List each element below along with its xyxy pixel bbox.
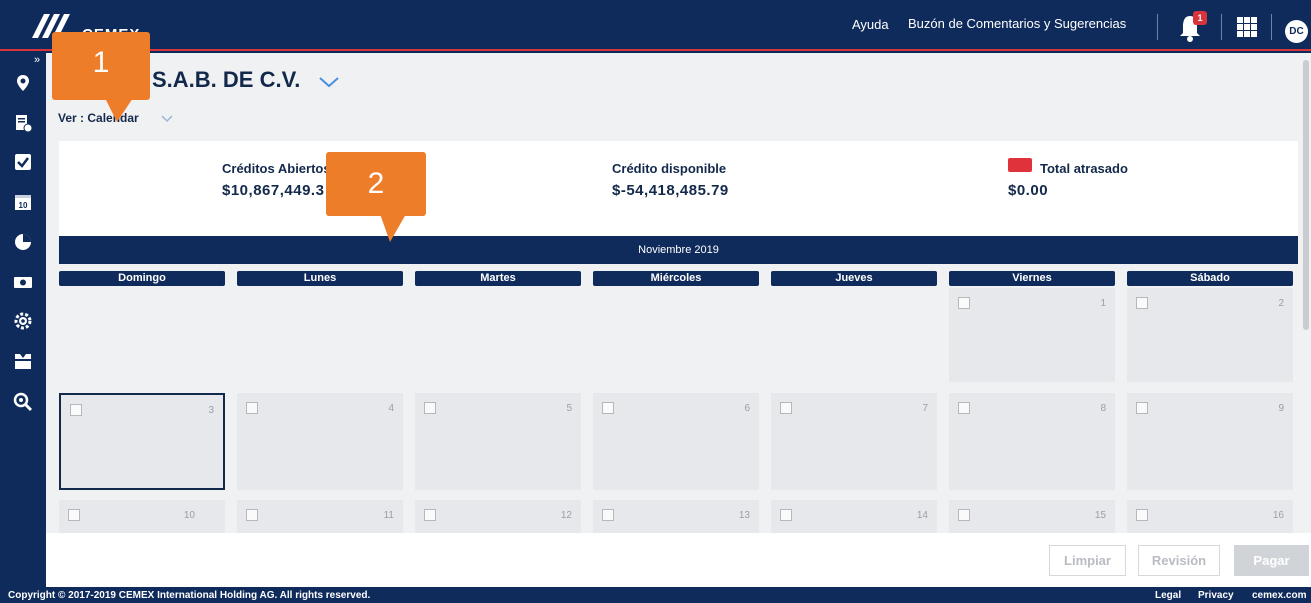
invoice-check-icon[interactable] bbox=[13, 113, 33, 133]
calendar-day-cell[interactable]: 1 bbox=[949, 288, 1115, 382]
calendar-day-cell[interactable]: 5 bbox=[415, 393, 581, 490]
day-number: 14 bbox=[916, 510, 928, 521]
day-number: 2 bbox=[1278, 298, 1284, 309]
day-checkbox[interactable] bbox=[780, 402, 792, 414]
pay-button[interactable]: Pagar bbox=[1234, 545, 1309, 576]
day-number: 5 bbox=[566, 403, 572, 414]
weekday-header: Martes bbox=[415, 271, 581, 286]
svg-text:10: 10 bbox=[19, 201, 28, 210]
gear-icon[interactable] bbox=[13, 311, 33, 331]
weekday-header: Sábado bbox=[1127, 271, 1293, 286]
day-checkbox[interactable] bbox=[70, 404, 82, 416]
day-checkbox[interactable] bbox=[958, 509, 970, 521]
callout-pointer bbox=[380, 214, 406, 242]
box-icon[interactable] bbox=[13, 351, 33, 371]
feedback-link[interactable]: Buzón de Comentarios y Sugerencias bbox=[908, 16, 1126, 31]
day-checkbox[interactable] bbox=[602, 402, 614, 414]
overdue-color-swatch bbox=[1008, 158, 1032, 172]
header-divider bbox=[1157, 14, 1158, 40]
weekday-header: Lunes bbox=[237, 271, 403, 286]
day-checkbox[interactable] bbox=[68, 509, 80, 521]
day-number: 8 bbox=[1100, 403, 1106, 414]
calendar-day-cell[interactable]: 9 bbox=[1127, 393, 1293, 490]
cash-icon[interactable] bbox=[13, 272, 33, 292]
day-number: 1 bbox=[1100, 298, 1106, 309]
weekday-header: Viernes bbox=[949, 271, 1115, 286]
privacy-link[interactable]: Privacy bbox=[1198, 590, 1234, 601]
day-checkbox[interactable] bbox=[1136, 402, 1148, 414]
header-divider bbox=[1221, 14, 1222, 40]
day-checkbox[interactable] bbox=[958, 297, 970, 309]
available-credit-value: $-54,418,485.79 bbox=[612, 182, 729, 199]
calendar-day-cell[interactable]: 6 bbox=[593, 393, 759, 490]
day-number: 15 bbox=[1094, 510, 1106, 521]
day-checkbox[interactable] bbox=[424, 402, 436, 414]
main-content: S.A.B. DE C.V. Ver : Calendar Créditos A… bbox=[46, 53, 1311, 587]
overdue-label: Total atrasado bbox=[1040, 161, 1128, 176]
clear-button[interactable]: Limpiar bbox=[1049, 545, 1126, 576]
weekday-header: Jueves bbox=[771, 271, 937, 286]
calendar-day-cell-selected[interactable]: 3 bbox=[59, 393, 225, 490]
search-icon[interactable] bbox=[13, 392, 33, 412]
day-number: 6 bbox=[744, 403, 750, 414]
sidebar-expand-toggle[interactable]: » bbox=[34, 54, 40, 66]
day-number: 9 bbox=[1278, 403, 1284, 414]
day-checkbox[interactable] bbox=[958, 402, 970, 414]
calendar-icon[interactable]: 10 bbox=[13, 192, 33, 212]
checkbox-icon[interactable] bbox=[13, 152, 33, 172]
calendar-month-header: Noviembre 2019 bbox=[59, 236, 1298, 264]
calendar-day-cell[interactable]: 8 bbox=[949, 393, 1115, 490]
available-credit-label: Crédito disponible bbox=[612, 161, 727, 176]
footer-bar: Copyright © 2017-2019 CEMEX Internationa… bbox=[0, 587, 1311, 603]
copyright-text: Copyright © 2017-2019 CEMEX Internationa… bbox=[8, 590, 371, 601]
day-number: 16 bbox=[1272, 510, 1284, 521]
weekday-header: Miércoles bbox=[593, 271, 759, 286]
calendar-day-cell[interactable]: 7 bbox=[771, 393, 937, 490]
tutorial-callout-1: 1 bbox=[52, 32, 150, 100]
chart-icon[interactable] bbox=[13, 232, 33, 252]
header-divider bbox=[1271, 14, 1272, 40]
day-checkbox[interactable] bbox=[780, 509, 792, 521]
day-number: 12 bbox=[560, 510, 572, 521]
cemex-site-link[interactable]: cemex.com bbox=[1252, 590, 1306, 601]
day-number: 7 bbox=[922, 403, 928, 414]
review-button[interactable]: Revisión bbox=[1138, 545, 1220, 576]
day-number: 13 bbox=[738, 510, 750, 521]
chevron-down-icon[interactable] bbox=[161, 114, 173, 123]
day-checkbox[interactable] bbox=[246, 509, 258, 521]
day-checkbox[interactable] bbox=[1136, 509, 1148, 521]
day-checkbox[interactable] bbox=[246, 402, 258, 414]
day-checkbox[interactable] bbox=[424, 509, 436, 521]
top-navigation-bar: CEMEX Ayuda Buzón de Comentarios y Suger… bbox=[0, 0, 1311, 51]
action-bar: Limpiar Revisión Pagar bbox=[46, 533, 1311, 587]
open-credits-label: Créditos Abiertos bbox=[222, 161, 331, 176]
day-checkbox[interactable] bbox=[1136, 297, 1148, 309]
sidebar: » 10 bbox=[0, 51, 46, 587]
company-title: S.A.B. DE C.V. bbox=[152, 67, 301, 92]
help-link[interactable]: Ayuda bbox=[852, 17, 889, 32]
calendar-day-cell[interactable]: 4 bbox=[237, 393, 403, 490]
day-number: 10 bbox=[183, 510, 195, 521]
callout-pointer bbox=[105, 98, 133, 122]
scrollbar[interactable] bbox=[1303, 60, 1309, 330]
open-credits-value: $10,867,449.3 bbox=[222, 182, 325, 199]
weekday-header: Domingo bbox=[59, 271, 225, 286]
tutorial-callout-2: 2 bbox=[326, 152, 426, 216]
calendar-day-cell[interactable]: 2 bbox=[1127, 288, 1293, 382]
day-number: 3 bbox=[208, 405, 214, 416]
notification-badge: 1 bbox=[1193, 11, 1207, 25]
chevron-down-icon[interactable] bbox=[318, 75, 340, 89]
apps-grid-icon[interactable] bbox=[1237, 17, 1257, 37]
user-avatar[interactable]: DC bbox=[1285, 20, 1308, 43]
day-number: 11 bbox=[383, 510, 394, 521]
location-pin-icon[interactable] bbox=[13, 73, 33, 93]
overdue-value: $0.00 bbox=[1008, 182, 1049, 199]
day-checkbox[interactable] bbox=[602, 509, 614, 521]
day-number: 4 bbox=[388, 403, 394, 414]
legal-link[interactable]: Legal bbox=[1155, 590, 1181, 601]
